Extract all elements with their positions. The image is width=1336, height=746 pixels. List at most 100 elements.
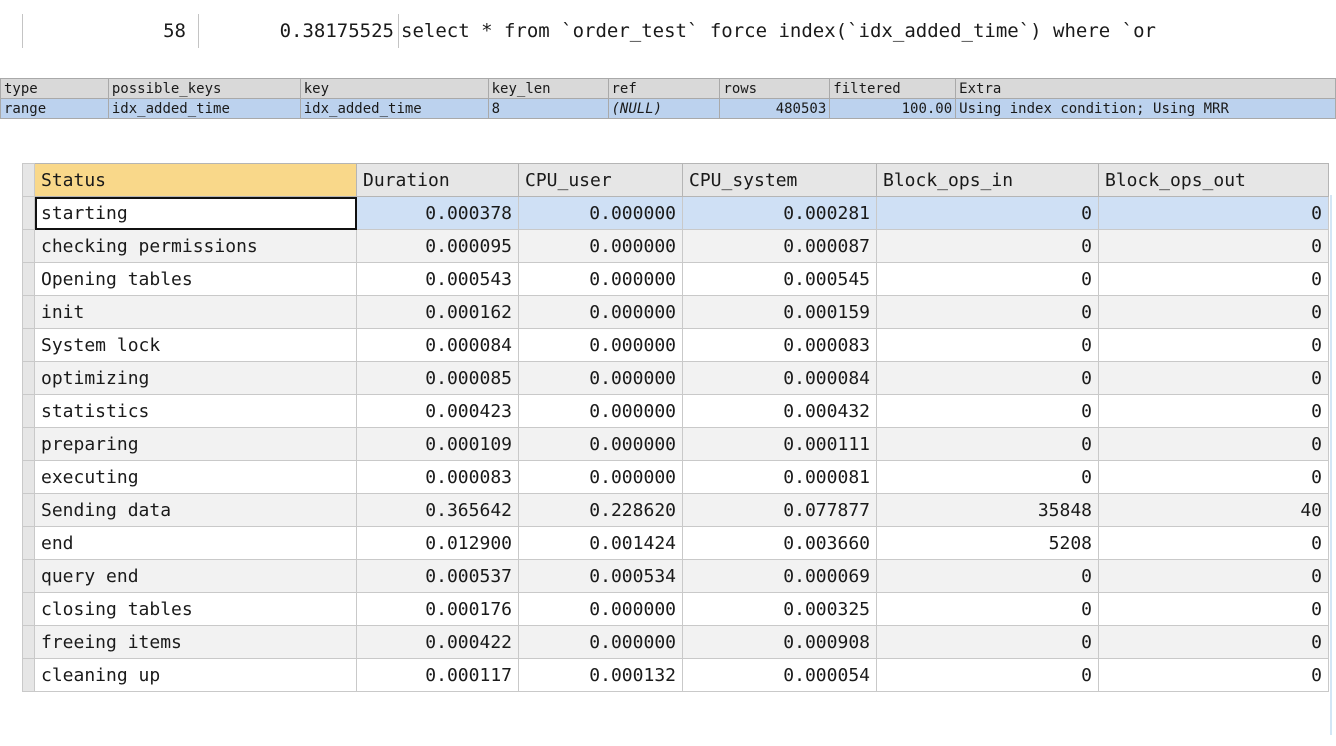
cell-cpu-system[interactable]: 0.000432 [682,394,877,428]
table-row[interactable]: end 0.012900 0.001424 0.003660 5208 0 [22,526,1329,560]
explain-header-ref[interactable]: ref [607,78,721,99]
explain-header-key[interactable]: key [299,78,489,99]
table-row[interactable]: preparing 0.000109 0.000000 0.000111 0 0 [22,427,1329,461]
cell-cpu-system[interactable]: 0.000083 [682,328,877,362]
cell-cpu-system[interactable]: 0.000908 [682,625,877,659]
cell-duration[interactable]: 0.000095 [356,229,519,263]
cell-block-ops-in[interactable]: 0 [876,559,1099,593]
cell-cpu-user[interactable]: 0.228620 [518,493,683,527]
query-history-row[interactable]: 58 0.38175525 select * from `order_test`… [0,14,1336,48]
row-selector[interactable] [22,262,35,296]
cell-cpu-user[interactable]: 0.000000 [518,592,683,626]
cell-duration[interactable]: 0.000117 [356,658,519,692]
explain-cell-possible-keys[interactable]: idx_added_time [107,98,301,119]
cell-status[interactable]: preparing [34,427,357,461]
cell-block-ops-out[interactable]: 0 [1098,394,1329,428]
row-selector[interactable] [22,394,35,428]
explain-header-filtered[interactable]: filtered [829,78,957,99]
cell-status[interactable]: Opening tables [34,262,357,296]
cell-block-ops-in[interactable]: 35848 [876,493,1099,527]
profile-header-duration[interactable]: Duration [356,163,519,197]
row-selector[interactable] [22,625,35,659]
cell-duration[interactable]: 0.000543 [356,262,519,296]
table-row[interactable]: System lock 0.000084 0.000000 0.000083 0… [22,328,1329,362]
table-row[interactable]: checking permissions 0.000095 0.000000 0… [22,229,1329,263]
cell-block-ops-in[interactable]: 5208 [876,526,1099,560]
row-selector[interactable] [22,361,35,395]
explain-cell-extra[interactable]: Using index condition; Using MRR [955,98,1336,119]
row-selector[interactable] [22,592,35,626]
row-selector[interactable] [22,427,35,461]
cell-status[interactable]: init [34,295,357,329]
cell-block-ops-in[interactable]: 0 [876,229,1099,263]
cell-cpu-user[interactable]: 0.000000 [518,196,683,230]
cell-block-ops-in[interactable]: 0 [876,262,1099,296]
cell-status[interactable]: System lock [34,328,357,362]
explain-cell-rows[interactable]: 480503 [719,98,831,119]
row-selector[interactable] [22,196,35,230]
cell-block-ops-out[interactable]: 0 [1098,295,1329,329]
explain-cell-key-len[interactable]: 8 [487,98,609,119]
cell-cpu-user[interactable]: 0.000000 [518,394,683,428]
cell-cpu-system[interactable]: 0.000545 [682,262,877,296]
explain-header-type[interactable]: type [0,78,109,99]
cell-cpu-system[interactable]: 0.000087 [682,229,877,263]
table-row[interactable]: closing tables 0.000176 0.000000 0.00032… [22,592,1329,626]
cell-block-ops-in[interactable]: 0 [876,658,1099,692]
cell-cpu-system[interactable]: 0.000281 [682,196,877,230]
cell-block-ops-out[interactable]: 0 [1098,196,1329,230]
row-selector[interactable] [22,295,35,329]
cell-status[interactable]: closing tables [34,592,357,626]
cell-block-ops-in[interactable]: 0 [876,196,1099,230]
cell-duration[interactable]: 0.012900 [356,526,519,560]
explain-cell-filtered[interactable]: 100.00 [829,98,957,119]
row-selector[interactable] [22,328,35,362]
query-id-cell[interactable]: 58 [22,14,198,48]
profile-header-cpu-user[interactable]: CPU_user [518,163,683,197]
profile-header-cpu-system[interactable]: CPU_system [682,163,877,197]
table-row[interactable]: statistics 0.000423 0.000000 0.000432 0 … [22,394,1329,428]
table-row[interactable]: cleaning up 0.000117 0.000132 0.000054 0… [22,658,1329,692]
explain-row[interactable]: range idx_added_time idx_added_time 8 (N… [0,98,1336,119]
explain-cell-type[interactable]: range [0,98,109,119]
cell-block-ops-in[interactable]: 0 [876,328,1099,362]
cell-block-ops-in[interactable]: 0 [876,592,1099,626]
cell-status[interactable]: executing [34,460,357,494]
cell-block-ops-in[interactable]: 0 [876,625,1099,659]
cell-block-ops-out[interactable]: 0 [1098,460,1329,494]
row-selector[interactable] [22,526,35,560]
table-row[interactable]: optimizing 0.000085 0.000000 0.000084 0 … [22,361,1329,395]
cell-duration[interactable]: 0.000083 [356,460,519,494]
cell-cpu-user[interactable]: 0.000000 [518,328,683,362]
cell-block-ops-out[interactable]: 0 [1098,592,1329,626]
row-selector[interactable] [22,460,35,494]
cell-duration[interactable]: 0.000085 [356,361,519,395]
cell-status[interactable]: cleaning up [34,658,357,692]
explain-header-key-len[interactable]: key_len [487,78,609,99]
cell-block-ops-out[interactable]: 0 [1098,262,1329,296]
cell-cpu-system[interactable]: 0.000069 [682,559,877,593]
cell-cpu-user[interactable]: 0.000132 [518,658,683,692]
cell-block-ops-in[interactable]: 0 [876,394,1099,428]
explain-header-extra[interactable]: Extra [955,78,1336,99]
vertical-scrollbar-edge[interactable] [1330,195,1332,735]
cell-cpu-system[interactable]: 0.000054 [682,658,877,692]
cell-block-ops-out[interactable]: 0 [1098,526,1329,560]
query-sql-cell[interactable]: select * from `order_test` force index(`… [398,14,1336,48]
cell-cpu-user[interactable]: 0.001424 [518,526,683,560]
row-selector[interactable] [22,559,35,593]
cell-duration[interactable]: 0.000378 [356,196,519,230]
row-selector[interactable] [22,493,35,527]
cell-status[interactable]: statistics [34,394,357,428]
cell-status[interactable]: freeing items [34,625,357,659]
cell-block-ops-out[interactable]: 0 [1098,361,1329,395]
cell-block-ops-out[interactable]: 0 [1098,658,1329,692]
cell-cpu-user[interactable]: 0.000000 [518,625,683,659]
profile-header-block-ops-in[interactable]: Block_ops_in [876,163,1099,197]
table-row[interactable]: freeing items 0.000422 0.000000 0.000908… [22,625,1329,659]
cell-cpu-user[interactable]: 0.000000 [518,460,683,494]
cell-block-ops-in[interactable]: 0 [876,427,1099,461]
cell-duration[interactable]: 0.000423 [356,394,519,428]
row-selector[interactable] [22,229,35,263]
explain-header-rows[interactable]: rows [719,78,831,99]
